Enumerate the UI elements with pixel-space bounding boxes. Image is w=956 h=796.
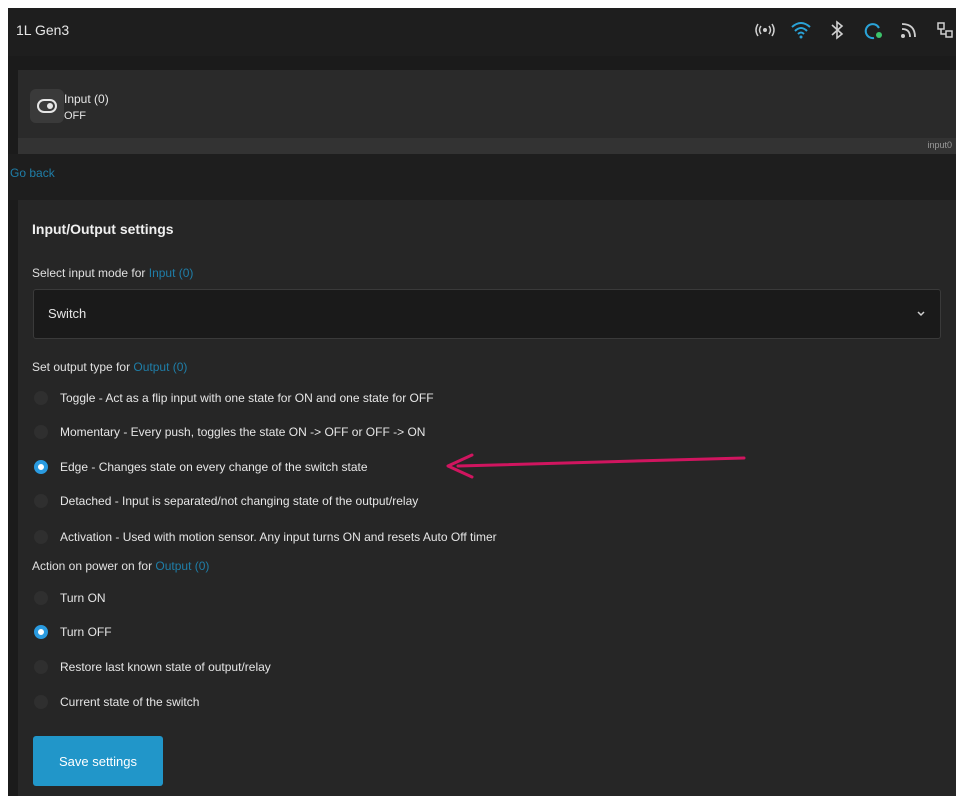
input-link[interactable]: Input (0): [149, 266, 194, 280]
radio-label: Detached - Input is separated/not changi…: [60, 494, 419, 508]
power-on-label-text: Action on power on for: [32, 559, 156, 573]
toggle-icon: [37, 99, 57, 113]
cloud-sync-icon: [862, 18, 884, 42]
output-type-label: Set output type for Output (0): [32, 360, 187, 374]
device-id: input0: [927, 140, 952, 150]
radio-button-checked[interactable]: [34, 625, 48, 639]
radio-button[interactable]: [34, 425, 48, 439]
input-mode-selected: Switch: [48, 306, 87, 321]
radio-label: Edge - Changes state on every change of …: [60, 460, 368, 474]
radio-momentary[interactable]: Momentary - Every push, toggles the stat…: [34, 422, 425, 442]
rss-icon: [898, 18, 920, 42]
radio-toggle[interactable]: Toggle - Act as a flip input with one st…: [34, 388, 434, 408]
radio-label: Activation - Used with motion sensor. An…: [60, 530, 497, 544]
radio-button[interactable]: [34, 695, 48, 709]
radio-button[interactable]: [34, 494, 48, 508]
bluetooth-icon: [826, 18, 848, 42]
radio-current-state[interactable]: Current state of the switch: [34, 692, 199, 712]
settings-title: Input/Output settings: [32, 221, 174, 237]
radio-restore[interactable]: Restore last known state of output/relay: [34, 657, 271, 677]
app-window: 1L Gen3 Input (0) OFF input0 Go back Inp…: [8, 8, 956, 796]
wifi-icon: [790, 18, 812, 42]
power-on-label: Action on power on for Output (0): [32, 559, 209, 573]
status-icons: [754, 18, 956, 42]
input-mode-label-text: Select input mode for: [32, 266, 149, 280]
radio-label: Current state of the switch: [60, 695, 200, 709]
radio-button[interactable]: [34, 530, 48, 544]
radio-label: Turn ON: [60, 591, 106, 605]
radio-label: Turn OFF: [60, 625, 112, 639]
device-title: 1L Gen3: [16, 22, 70, 38]
radio-edge[interactable]: Edge - Changes state on every change of …: [34, 457, 368, 477]
device-header-card: [18, 70, 956, 138]
output-link[interactable]: Output (0): [155, 559, 209, 573]
device-name: Input (0): [64, 92, 109, 106]
input-mode-label: Select input mode for Input (0): [32, 266, 193, 280]
radio-label: Momentary - Every push, toggles the stat…: [60, 425, 426, 439]
radio-button-checked[interactable]: [34, 460, 48, 474]
device-id-strip: input0: [18, 138, 956, 154]
radio-label: Toggle - Act as a flip input with one st…: [60, 391, 434, 405]
radio-activation[interactable]: Activation - Used with motion sensor. An…: [34, 527, 497, 547]
output-link[interactable]: Output (0): [133, 360, 187, 374]
radio-button[interactable]: [34, 660, 48, 674]
input-mode-select[interactable]: Switch: [33, 289, 941, 339]
go-back-link[interactable]: Go back: [10, 166, 55, 180]
network-icon: [934, 18, 956, 42]
radio-turn-on[interactable]: Turn ON: [34, 588, 106, 608]
radio-button[interactable]: [34, 391, 48, 405]
annotation-arrow: [446, 453, 746, 479]
radio-turn-off[interactable]: Turn OFF: [34, 622, 112, 642]
chevron-down-icon: [917, 311, 925, 317]
radio-button[interactable]: [34, 591, 48, 605]
radio-waves-icon: [754, 18, 776, 42]
radio-label: Restore last known state of output/relay: [60, 660, 271, 674]
device-state: OFF: [64, 110, 86, 122]
save-settings-button[interactable]: Save settings: [33, 736, 163, 786]
toggle-switch-button[interactable]: [30, 89, 64, 123]
top-bar: 1L Gen3: [8, 8, 956, 56]
output-type-label-text: Set output type for: [32, 360, 134, 374]
nav-bar: [8, 154, 956, 200]
radio-detached[interactable]: Detached - Input is separated/not changi…: [34, 491, 418, 511]
